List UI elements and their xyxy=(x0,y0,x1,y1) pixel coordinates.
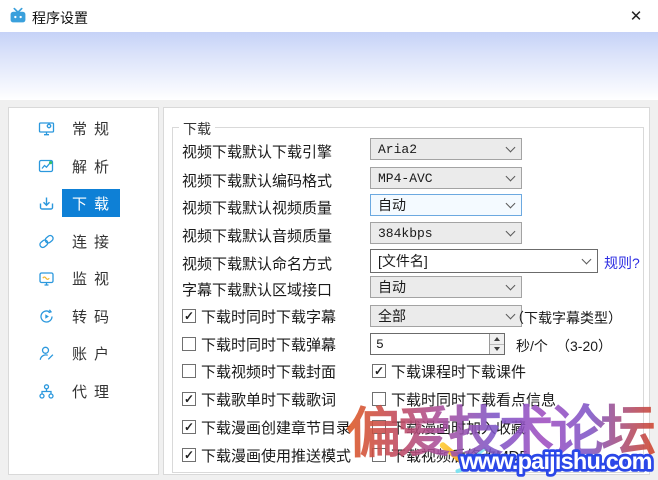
codec-select[interactable]: MP4-AVC xyxy=(370,167,522,189)
audio-quality-select[interactable]: 384kbps xyxy=(370,222,522,244)
checkbox-download-courseware[interactable]: 下载课程时下载课件 xyxy=(372,363,526,379)
spin-up-button[interactable] xyxy=(490,334,504,345)
engine-select[interactable]: Aria2 xyxy=(370,138,522,160)
sidebar-item-label[interactable]: 连接 xyxy=(62,227,120,255)
chevron-down-icon xyxy=(582,254,592,264)
field-label-audio-quality: 视频下载默认音频质量 xyxy=(182,225,332,246)
sidebar-item-general[interactable]: 常规 xyxy=(38,114,120,142)
subtitle-api-select[interactable]: 自动 xyxy=(370,276,522,298)
close-button[interactable]: ✕ xyxy=(614,0,658,31)
checkbox[interactable] xyxy=(182,364,196,378)
checkbox-download-cover[interactable]: 下载视频时下载封面 xyxy=(182,363,336,379)
sidebar-item-connection[interactable]: 连接 xyxy=(38,227,120,255)
sidebar-item-proxy[interactable]: 代理 xyxy=(38,377,120,405)
svg-text:www.paijishu.com: www.paijishu.com xyxy=(459,448,651,474)
checkbox[interactable] xyxy=(182,448,196,462)
sidebar-item-label[interactable]: 常规 xyxy=(62,114,120,142)
sidebar-item-label[interactable]: 账户 xyxy=(62,339,120,367)
sidebar-item-account[interactable]: 账户 xyxy=(38,339,120,367)
window-title: 程序设置 xyxy=(32,8,88,28)
checkbox-download-subtitles[interactable]: 下载时同时下载字幕 xyxy=(182,308,336,324)
transcode-icon xyxy=(38,308,55,325)
checkbox[interactable] xyxy=(372,364,386,378)
parse-chart-icon xyxy=(38,158,55,175)
chevron-down-icon xyxy=(506,280,516,290)
download-tray-icon xyxy=(38,195,55,212)
checkbox[interactable] xyxy=(182,392,196,406)
checkbox-download-danmaku[interactable]: 下载时同时下载弹幕 xyxy=(182,336,336,352)
field-label-codec: 视频下载默认编码格式 xyxy=(182,170,332,191)
sidebar-item-monitor[interactable]: 监视 xyxy=(38,264,120,292)
chevron-down-icon xyxy=(506,198,516,208)
chevron-down-icon xyxy=(506,142,516,152)
naming-rules-link[interactable]: 规则? xyxy=(604,253,640,273)
checkbox[interactable] xyxy=(182,420,196,434)
danmaku-interval-stepper[interactable]: 5 xyxy=(370,333,505,355)
checkbox-download-lyrics[interactable]: 下载歌单时下载歌词 xyxy=(182,391,336,407)
link-icon xyxy=(38,233,55,250)
sidebar-item-download[interactable]: 下载 xyxy=(38,189,120,217)
proxy-icon xyxy=(38,383,55,400)
sidebar-item-label[interactable]: 下载 xyxy=(62,189,120,217)
watermark-url: www.paijishu.com xyxy=(453,444,658,480)
field-label-subtitle-api: 字幕下载默认区域接口 xyxy=(182,279,332,300)
monitor-gear-icon xyxy=(38,120,55,137)
checkbox[interactable] xyxy=(182,337,196,351)
field-label-engine: 视频下载默认下载引擎 xyxy=(182,141,332,162)
checkbox-manga-chapter-dirs[interactable]: 下载漫画创建章节目录 xyxy=(182,419,351,435)
sidebar-item-label[interactable]: 代理 xyxy=(62,377,120,405)
window-titlebar: 程序设置 ✕ xyxy=(0,0,658,32)
account-icon xyxy=(38,345,55,362)
groupbox-title: 下载 xyxy=(179,119,215,139)
sidebar-item-label[interactable]: 解析 xyxy=(62,152,120,180)
field-label-naming: 视频下载默认命名方式 xyxy=(182,253,332,274)
danmaku-unit-note: 秒/个 xyxy=(516,336,548,356)
subtitle-type-select[interactable]: 全部 xyxy=(370,305,522,327)
naming-combo-input[interactable]: [文件名] xyxy=(370,249,598,273)
sidebar-item-label[interactable]: 转码 xyxy=(62,302,120,330)
chevron-down-icon xyxy=(506,226,516,236)
danmaku-range-note: （3-20） xyxy=(556,336,612,356)
subtitle-type-note: （下载字幕类型） xyxy=(510,308,622,328)
video-quality-select[interactable]: 自动 xyxy=(370,194,522,216)
chevron-down-icon xyxy=(506,171,516,181)
monitor-wave-icon xyxy=(38,270,55,287)
sidebar-item-label[interactable]: 监视 xyxy=(62,264,120,292)
header-gradient-band xyxy=(0,32,658,100)
checkbox[interactable] xyxy=(182,309,196,323)
sidebar-item-parse[interactable]: 解析 xyxy=(38,152,120,180)
field-label-video-quality: 视频下载默认视频质量 xyxy=(182,197,332,218)
spin-down-button[interactable] xyxy=(490,345,504,355)
checkbox-manga-push-mode[interactable]: 下载漫画使用推送模式 xyxy=(182,447,351,463)
bilibili-tv-icon xyxy=(9,7,27,25)
sidebar-item-transcode[interactable]: 转码 xyxy=(38,302,120,330)
